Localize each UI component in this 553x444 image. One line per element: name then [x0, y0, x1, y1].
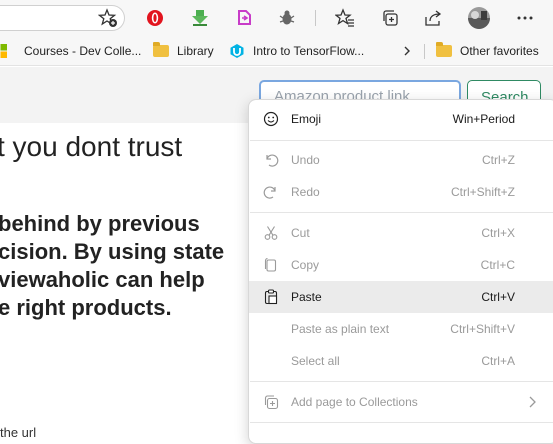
browser-toolbar [0, 0, 553, 36]
menu-separator [250, 422, 553, 423]
download-extension-icon[interactable] [188, 6, 212, 30]
page-headline: t you dont trust [0, 131, 183, 162]
hero-paragraph: behind by previous cision. By using stat… [0, 210, 224, 322]
chevron-right-icon [526, 395, 538, 412]
paragraph-line: cision. By using state [0, 239, 225, 264]
menu-item-paste-plain-text[interactable]: Paste as plain text Ctrl+Shift+V [249, 313, 553, 345]
menu-item-shortcut: Ctrl+Z [482, 153, 515, 167]
menu-item-shortcut: Ctrl+V [481, 290, 515, 304]
paragraph-line: behind by previous [0, 211, 200, 236]
menu-item-label: Cut [291, 226, 310, 240]
paragraph-line: e right products. [0, 295, 172, 320]
menu-item-shortcut: Ctrl+Shift+Z [450, 185, 515, 199]
menu-item-label: Add page to Collections [291, 395, 418, 409]
share-icon[interactable] [421, 6, 445, 30]
favorites-icon[interactable] [333, 6, 357, 30]
bug-icon[interactable] [275, 6, 299, 30]
menu-item-undo[interactable]: Undo Ctrl+Z [249, 144, 553, 176]
bookmark-tensorflow[interactable]: Intro to TensorFlow... [229, 36, 364, 66]
bookmark-other-favorites[interactable]: Other favorites [436, 36, 539, 66]
bookmark-library[interactable]: Library [153, 36, 214, 66]
menu-item-label: Emoji [291, 112, 322, 126]
toolbar-separator [315, 10, 316, 26]
menu-item-shortcut: Ctrl+C [480, 258, 515, 272]
udacity-icon [229, 43, 245, 59]
menu-item-label: Redo [291, 185, 320, 199]
paragraph-line: viewaholic can help [0, 267, 205, 292]
chevron-right-icon[interactable] [401, 36, 413, 66]
menu-item-select-all[interactable]: Select all Ctrl+A [249, 345, 553, 377]
collections-add-icon [262, 393, 280, 411]
opera-icon[interactable] [143, 6, 167, 30]
menu-item-label: Paste [291, 290, 322, 304]
menu-item-copy[interactable]: Copy Ctrl+C [249, 249, 553, 281]
menu-item-label: Select all [291, 354, 340, 368]
collections-icon[interactable] [378, 6, 402, 30]
folder-icon [436, 42, 452, 57]
more-icon[interactable] [513, 6, 537, 30]
copy-icon [262, 256, 280, 274]
redo-icon [262, 183, 280, 201]
bookmarks-separator [424, 44, 425, 59]
emoji-icon [262, 110, 280, 128]
menu-item-cut[interactable]: Cut Ctrl+X [249, 217, 553, 249]
extension-g-icon[interactable] [232, 6, 256, 30]
menu-item-label: Copy [291, 258, 320, 272]
menu-item-label: Undo [291, 153, 320, 167]
folder-icon [153, 42, 169, 57]
bookmark-label: Library [177, 44, 214, 58]
menu-item-add-to-collections[interactable]: Add page to Collections [249, 386, 553, 418]
menu-separator [250, 140, 553, 141]
menu-item-shortcut: Ctrl+A [481, 354, 515, 368]
bookmark-label: Intro to TensorFlow... [253, 44, 365, 58]
menu-item-shortcut: Win+Period [452, 112, 515, 126]
menu-item-shortcut: Ctrl+X [481, 226, 515, 240]
paste-icon [262, 288, 280, 306]
menu-separator [250, 381, 553, 382]
undo-icon [262, 151, 280, 169]
menu-item-paste[interactable]: Paste Ctrl+V [249, 281, 553, 313]
menu-separator [250, 212, 553, 213]
menu-item-label: Paste as plain text [291, 322, 390, 336]
profile-avatar[interactable] [467, 6, 491, 30]
bookmark-courses[interactable]: Courses - Dev Colle... [0, 36, 141, 66]
favorites-bar: Courses - Dev Colle... Library Intro to … [0, 36, 553, 66]
menu-item-shortcut: Ctrl+Shift+V [450, 322, 515, 336]
bookmark-label: Other favorites [460, 44, 539, 58]
footer-text-fragment: the url [0, 425, 37, 440]
bookmark-label: Courses - Dev Colle... [24, 44, 142, 58]
microsoft-icon [0, 44, 14, 58]
menu-item-redo[interactable]: Redo Ctrl+Shift+Z [249, 176, 553, 208]
context-menu: Emoji Win+Period Undo Ctrl+Z Redo Ctrl+S… [248, 99, 553, 444]
menu-item-emoji[interactable]: Emoji Win+Period [249, 103, 553, 135]
scissors-icon [262, 224, 280, 242]
star-add-icon[interactable] [96, 6, 120, 30]
